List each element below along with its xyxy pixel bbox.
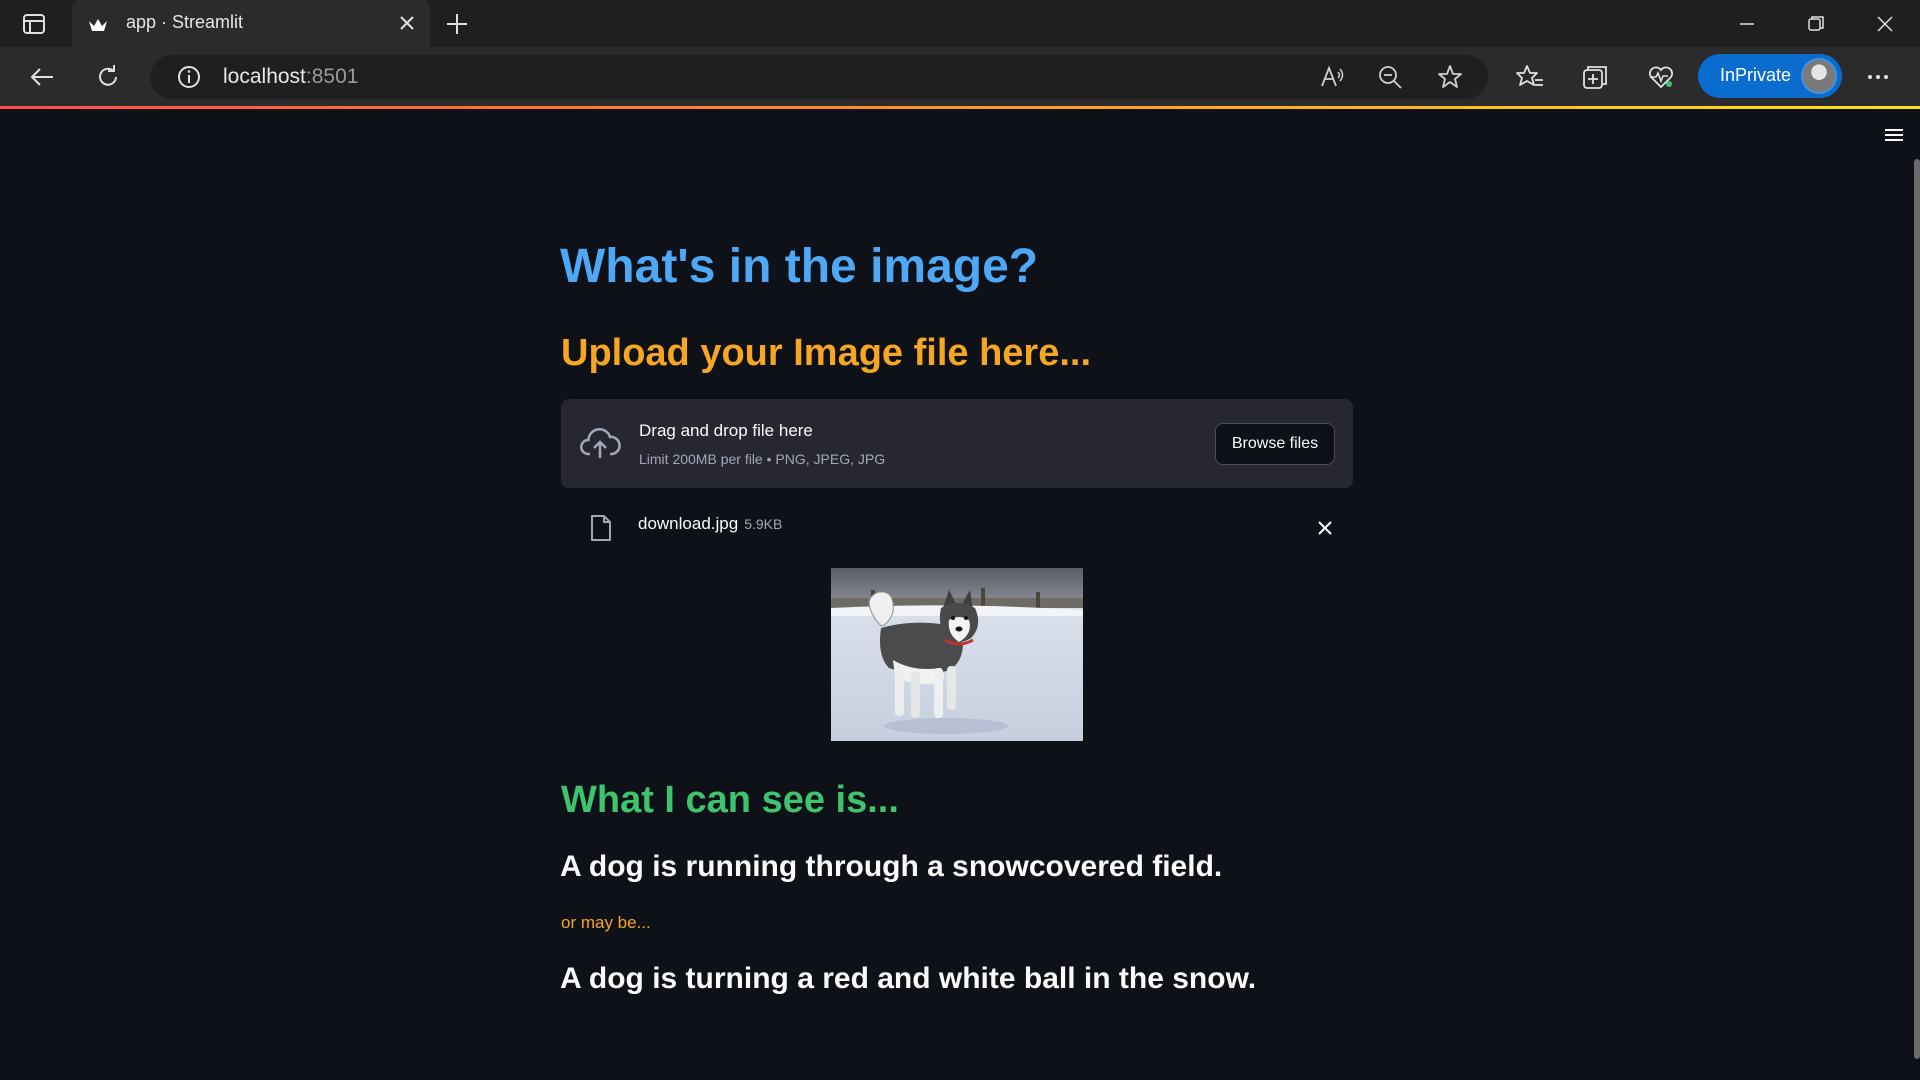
zoom-out-icon[interactable] xyxy=(1375,62,1405,92)
browser-essentials-icon[interactable] xyxy=(1646,62,1676,92)
browser-toolbar: localhost:8501 InPrivate xyxy=(0,47,1920,106)
collections-icon[interactable] xyxy=(1580,62,1610,92)
close-icon[interactable] xyxy=(1872,11,1898,37)
hamburger-menu-icon[interactable] xyxy=(1884,127,1904,143)
inprivate-label: InPrivate xyxy=(1720,65,1792,85)
tab-title: app · Streamlit xyxy=(126,12,244,32)
tab-actions-icon[interactable] xyxy=(22,13,46,35)
file-icon xyxy=(591,515,611,541)
back-icon[interactable] xyxy=(27,62,57,92)
browser-tab[interactable]: app · Streamlit xyxy=(72,0,430,47)
minimize-icon[interactable] xyxy=(1734,11,1760,37)
avatar xyxy=(1801,58,1837,94)
file-dropzone[interactable]: Drag and drop file here Limit 200MB per … xyxy=(561,399,1353,488)
close-icon[interactable] xyxy=(396,12,418,34)
browse-files-button[interactable]: Browse files xyxy=(1215,423,1335,465)
result-header: What I can see is... xyxy=(561,779,899,821)
restore-icon[interactable] xyxy=(1803,11,1829,37)
alternative-intro: or may be... xyxy=(561,913,651,932)
refresh-icon[interactable] xyxy=(93,62,123,92)
upload-header: Upload your Image file here... xyxy=(561,332,1092,374)
app-container: What's in the image? Upload your Image f… xyxy=(0,109,1920,1080)
file-name: download.jpg 5.9KB xyxy=(638,514,783,533)
dropzone-limit: Limit 200MB per file • PNG, JPEG, JPG xyxy=(639,451,886,467)
read-aloud-icon[interactable] xyxy=(1317,62,1347,92)
more-icon[interactable] xyxy=(1863,62,1893,92)
cloud-upload-icon xyxy=(580,428,621,458)
plus-icon[interactable] xyxy=(444,11,470,37)
close-icon[interactable] xyxy=(1316,519,1334,537)
dropzone-instructions: Drag and drop file here xyxy=(639,421,813,440)
caption-primary: A dog is running through a snowcovered f… xyxy=(560,850,1223,883)
inprivate-button[interactable]: InPrivate xyxy=(1698,54,1842,98)
uploaded-file-row: download.jpg 5.9KB xyxy=(561,502,1353,552)
streamlit-logo-icon xyxy=(89,19,107,31)
page-title: What's in the image? xyxy=(560,240,1039,293)
caption-secondary: A dog is turning a red and white ball in… xyxy=(560,962,1257,995)
address-bar[interactable]: localhost:8501 xyxy=(150,55,1488,99)
scrollbar[interactable] xyxy=(1914,159,1920,1059)
file-size: 5.9KB xyxy=(744,516,783,532)
info-icon[interactable] xyxy=(174,62,204,92)
favorites-icon[interactable] xyxy=(1515,62,1545,92)
address-text: localhost:8501 xyxy=(223,65,359,88)
browser-titlebar: app · Streamlit xyxy=(0,0,1920,47)
uploaded-image-preview xyxy=(831,568,1083,741)
favorite-star-icon[interactable] xyxy=(1435,62,1465,92)
